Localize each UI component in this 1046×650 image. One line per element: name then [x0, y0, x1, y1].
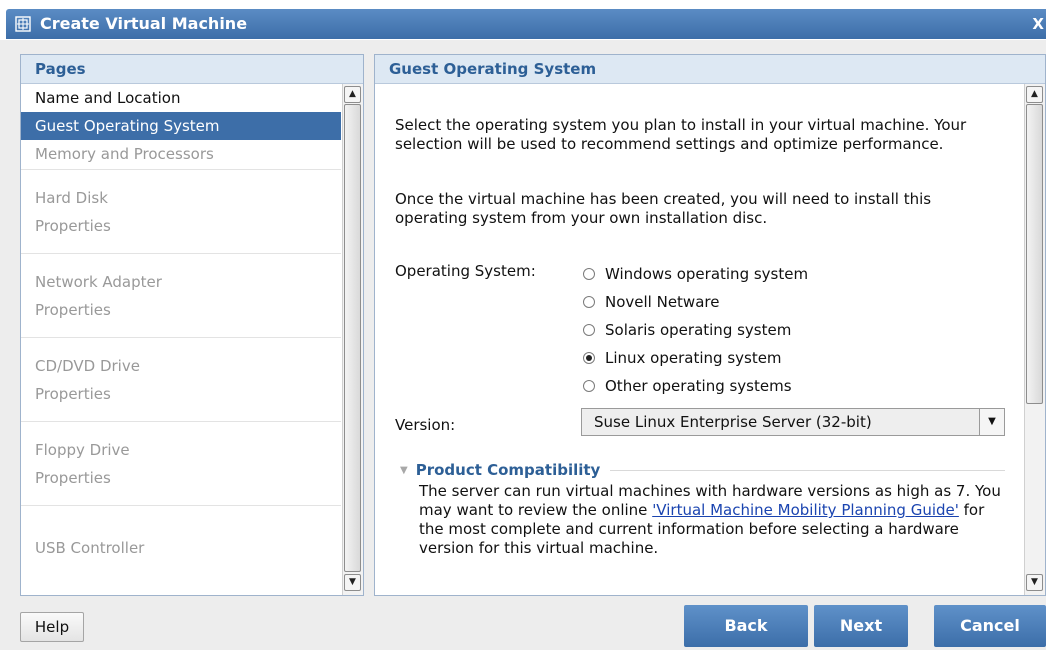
content-panel: Guest Operating System Select the operat…: [374, 54, 1046, 596]
page-item-network-adapter-properties: Network Adapter Properties: [21, 254, 341, 338]
mobility-planning-guide-link[interactable]: 'Virtual Machine Mobility Planning Guide…: [652, 501, 959, 519]
product-compatibility-toggle[interactable]: ▼ Product Compatibility: [395, 460, 1005, 480]
title-bar-strip: Create Virtual Machine X: [6, 9, 1046, 39]
page-item-label: Properties: [35, 469, 111, 487]
title-bar: Create Virtual Machine X: [0, 0, 1046, 40]
os-option-label: Linux operating system: [605, 348, 782, 367]
pages-header: Pages: [21, 55, 363, 84]
help-button[interactable]: Help: [20, 612, 84, 642]
radio-icon[interactable]: [583, 324, 595, 336]
radio-checked-icon[interactable]: [583, 352, 595, 364]
chevron-down-icon[interactable]: ▼: [979, 409, 1004, 435]
os-option-label: Novell Netware: [605, 292, 720, 311]
page-item-label: Properties: [35, 385, 111, 403]
page-item-memory-and-processors: Memory and Processors: [21, 140, 341, 170]
page-item-label: Properties: [35, 217, 111, 235]
os-radio-group: Windows operating system Novell Netware …: [583, 260, 808, 400]
page-item-name-and-location[interactable]: Name and Location: [21, 84, 341, 112]
cancel-button[interactable]: Cancel: [934, 605, 1046, 647]
version-selected-value: Suse Linux Enterprise Server (32-bit): [594, 413, 872, 431]
scroll-up-icon[interactable]: ▲: [1026, 86, 1043, 103]
pages-scrollbar[interactable]: ▲ ▼: [342, 84, 363, 595]
radio-icon[interactable]: [583, 296, 595, 308]
content-scrollbar[interactable]: ▲ ▼: [1024, 84, 1045, 595]
window-title: Create Virtual Machine: [40, 14, 248, 33]
content-body: Select the operating system you plan to …: [395, 84, 1015, 595]
version-select[interactable]: Suse Linux Enterprise Server (32-bit) ▼: [581, 408, 1005, 436]
scrollbar-thumb[interactable]: [344, 104, 361, 572]
page-item-label: Floppy Drive: [35, 441, 130, 459]
close-icon[interactable]: X: [1032, 15, 1044, 33]
page-item-label: Properties: [35, 301, 111, 319]
os-option-windows[interactable]: Windows operating system: [583, 260, 808, 288]
install-note-text: Once the virtual machine has been create…: [395, 190, 932, 227]
pages-list: Name and Location Guest Operating System…: [21, 84, 341, 595]
os-option-label: Windows operating system: [605, 264, 809, 283]
content-header: Guest Operating System: [375, 55, 1045, 84]
version-label: Version:: [395, 416, 456, 434]
page-item-cd-dvd-drive-properties: CD/DVD Drive Properties: [21, 338, 341, 422]
product-compatibility-text: The server can run virtual machines with…: [419, 482, 1005, 558]
page-item-label: CD/DVD Drive: [35, 357, 140, 375]
scrollbar-thumb[interactable]: [1026, 104, 1043, 404]
os-label: Operating System:: [395, 262, 536, 280]
next-button[interactable]: Next: [814, 605, 908, 647]
radio-icon[interactable]: [583, 380, 595, 392]
os-option-label: Other operating systems: [605, 376, 792, 395]
radio-icon[interactable]: [583, 268, 595, 280]
product-compatibility-title: Product Compatibility: [415, 460, 601, 479]
scroll-down-icon[interactable]: ▼: [344, 574, 361, 591]
page-item-label: Hard Disk: [35, 189, 108, 207]
scroll-up-icon[interactable]: ▲: [344, 86, 361, 103]
intro-text: Select the operating system you plan to …: [395, 116, 967, 153]
pages-panel: Pages Name and Location Guest Operating …: [20, 54, 364, 596]
scroll-down-icon[interactable]: ▼: [1026, 574, 1043, 591]
os-option-label: Solaris operating system: [605, 320, 792, 339]
section-divider: [610, 469, 1005, 471]
os-option-novell[interactable]: Novell Netware: [583, 288, 808, 316]
page-item-label: Network Adapter: [35, 273, 162, 291]
os-option-solaris[interactable]: Solaris operating system: [583, 316, 808, 344]
collapse-triangle-icon[interactable]: ▼: [400, 461, 408, 480]
vm-window-icon: [15, 16, 31, 32]
back-button[interactable]: Back: [684, 605, 808, 647]
os-option-other[interactable]: Other operating systems: [583, 372, 808, 400]
page-item-hard-disk-properties: Hard Disk Properties: [21, 170, 341, 254]
os-option-linux[interactable]: Linux operating system: [583, 344, 808, 372]
page-item-guest-operating-system[interactable]: Guest Operating System: [21, 112, 341, 140]
page-item-floppy-drive-properties: Floppy Drive Properties: [21, 422, 341, 506]
page-item-usb-controller: USB Controller: [35, 539, 145, 557]
